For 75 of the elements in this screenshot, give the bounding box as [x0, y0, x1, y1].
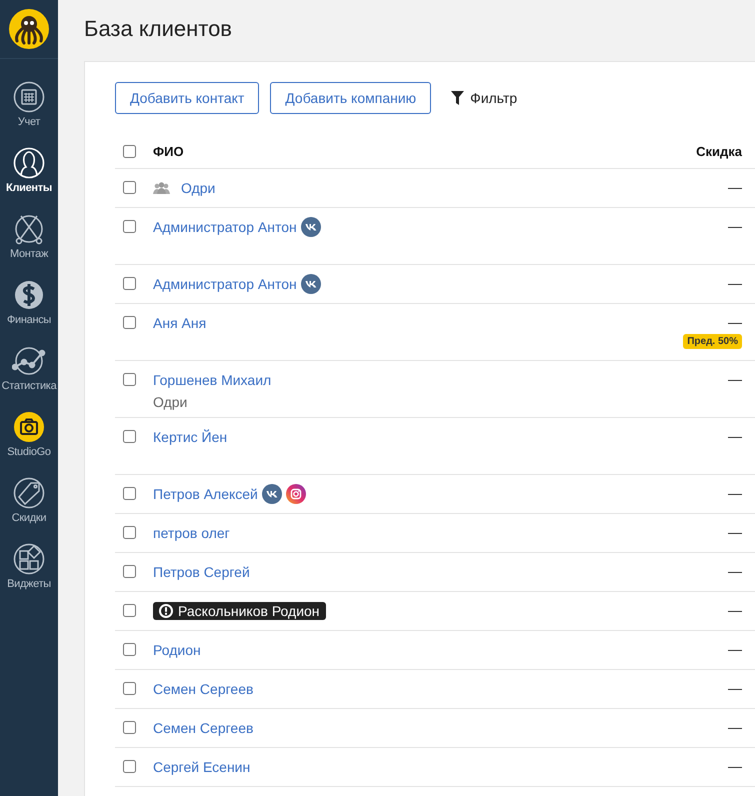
person-icon [13, 146, 45, 178]
sidebar-item[interactable]: Монтаж [0, 203, 58, 269]
row-checkbox[interactable] [123, 220, 136, 233]
discount-badge: Пред. 50% [683, 334, 742, 349]
row-checkbox[interactable] [123, 526, 136, 539]
client-link[interactable]: Сергей Есенин [153, 759, 250, 775]
row-checkbox[interactable] [123, 604, 136, 617]
camera-icon [13, 410, 45, 442]
discount-value: — [728, 179, 742, 195]
row-checkbox[interactable] [123, 565, 136, 578]
client-link[interactable]: Горшенев Михаил [153, 372, 272, 388]
calendar-icon [13, 80, 45, 112]
discount-value: — [728, 218, 742, 234]
discount-value: — [728, 485, 742, 501]
vk-icon[interactable] [262, 484, 282, 504]
add-button[interactable]: Добавить контакт [115, 82, 260, 114]
discount-value: — [728, 563, 742, 579]
discount-value: — [728, 428, 742, 444]
blocked-client-link[interactable]: Раскольников Родион [153, 602, 326, 620]
client-link[interactable]: Аня Аня [153, 315, 206, 331]
row-checkbox[interactable] [123, 487, 136, 500]
client-link[interactable]: Семен Сергеев [153, 720, 254, 736]
client-link[interactable]: Администратор Антон [153, 276, 297, 292]
sidebar-item[interactable]: Статистика [0, 335, 58, 401]
client-link[interactable]: Семен Сергеев [153, 681, 254, 697]
widgets-icon [13, 542, 45, 574]
client-link[interactable]: петров олег [153, 525, 230, 541]
row-checkbox[interactable] [123, 277, 136, 290]
sidebar-item[interactable]: Скидки [0, 467, 58, 533]
discount-value: — [728, 719, 742, 735]
row-checkbox[interactable] [123, 682, 136, 695]
filter-icon [451, 91, 464, 105]
scissors-icon [13, 212, 45, 244]
select-all-checkbox[interactable] [123, 144, 136, 158]
sidebar-item[interactable]: Учет [0, 71, 58, 137]
client-link[interactable]: Родион [153, 642, 201, 658]
company-name: Одри [153, 394, 188, 410]
group-icon [153, 182, 170, 194]
page-title: База клиентов [84, 16, 233, 42]
column-header[interactable]: Скидка [652, 144, 755, 158]
discount-value: — [728, 371, 742, 387]
row-checkbox[interactable] [123, 316, 136, 329]
discount-value: — [728, 314, 742, 330]
client-link[interactable]: Администратор Антон [153, 219, 297, 235]
client-link[interactable]: Одри [181, 180, 216, 196]
sidebar-item[interactable]: Финансы [0, 269, 58, 335]
sidebar-item[interactable]: StudioGo [0, 401, 58, 467]
client-link[interactable]: Петров Сергей [153, 564, 250, 580]
instagram-icon[interactable] [286, 484, 306, 504]
row-checkbox[interactable] [123, 181, 136, 194]
client-link[interactable]: Кертис Йен [153, 429, 228, 445]
discount-value: — [728, 758, 742, 774]
row-checkbox[interactable] [123, 373, 136, 386]
discount-value: — [728, 602, 742, 618]
discount-value: — [728, 641, 742, 657]
octopus-logo-icon[interactable] [9, 9, 49, 49]
discount-value: — [728, 275, 742, 291]
column-header[interactable]: ФИО [153, 144, 652, 158]
sale-tag-icon [13, 476, 45, 508]
sidebar-item[interactable]: Клиенты [0, 137, 58, 203]
client-link[interactable]: Петров Алексей [153, 486, 258, 502]
row-checkbox[interactable] [123, 721, 136, 734]
discount-value: — [728, 680, 742, 696]
row-checkbox[interactable] [123, 643, 136, 656]
discount-value: — [728, 524, 742, 540]
vk-icon[interactable] [300, 274, 321, 294]
add-button[interactable]: Добавить компанию [270, 82, 432, 114]
chart-icon [12, 344, 46, 376]
row-checkbox[interactable] [123, 430, 136, 443]
dollar-icon [13, 278, 45, 310]
row-checkbox[interactable] [123, 760, 136, 773]
filter-button[interactable]: Фильтр [442, 90, 526, 106]
vk-icon[interactable] [300, 217, 321, 237]
alert-icon [159, 604, 173, 618]
sidebar-item[interactable]: Виджеты [0, 533, 58, 599]
